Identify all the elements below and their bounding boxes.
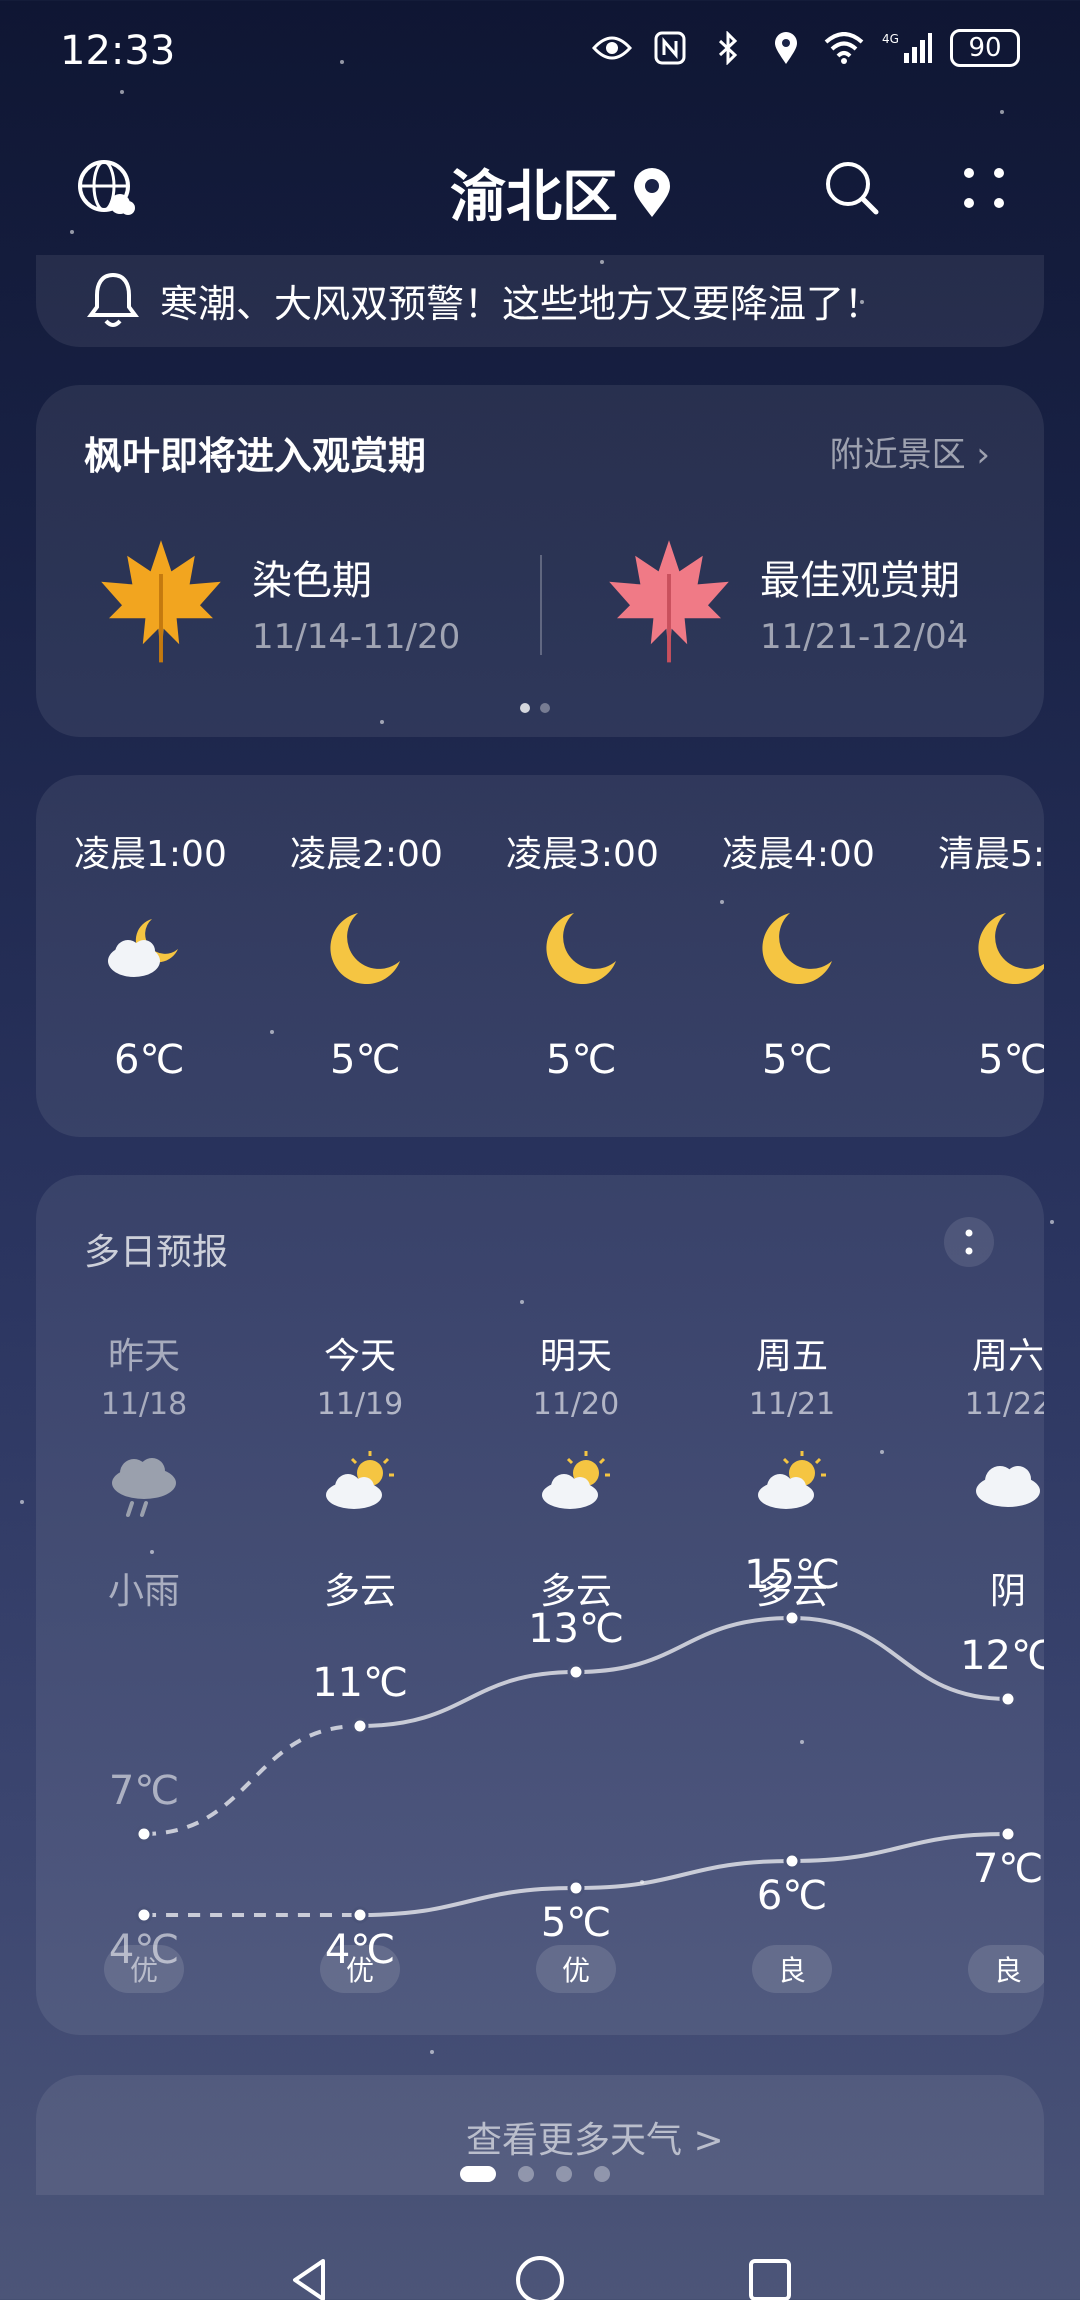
hourly-time: 凌晨1:00 — [74, 834, 227, 875]
low-temp-point — [783, 1852, 801, 1870]
multi-day-forecast-card[interactable]: 多日预报 昨天 11/18 小雨 优 今天 11/19 多云 优 明天 11/2… — [36, 1175, 1044, 2035]
signal-icon: 4G — [882, 28, 932, 68]
location-status-icon — [766, 28, 806, 68]
wifi-icon — [824, 28, 864, 68]
bluetooth-icon — [708, 28, 748, 68]
hourly-item[interactable]: 清晨5:00 5℃ — [900, 775, 1044, 1137]
navigation-bar — [0, 2210, 1080, 2300]
low-temp-label: 5℃ — [540, 1900, 612, 1946]
hourly-item[interactable]: 凌晨3:00 5℃ — [468, 775, 684, 1137]
bell-icon — [87, 272, 139, 327]
hourly-forecast-card[interactable]: 凌晨1:00 6℃ 凌晨2:00 5℃ 凌晨3:00 5℃ 凌晨4:00 5℃ … — [36, 775, 1044, 1137]
home-button[interactable] — [510, 2250, 570, 2300]
status-time: 12:33 — [60, 28, 176, 74]
high-temp-label: 13℃ — [528, 1606, 624, 1652]
hourly-time: 凌晨2:00 — [290, 834, 443, 875]
recents-button[interactable] — [740, 2250, 800, 2300]
moon-icon — [978, 913, 1044, 984]
nfc-icon — [650, 28, 690, 68]
high-temp-point — [351, 1717, 369, 1735]
alert-text: 寒潮、大风双预警！这些地方又要降温了！ — [160, 282, 883, 326]
hourly-time: 凌晨4:00 — [722, 834, 875, 875]
high-temp-label: 11℃ — [312, 1660, 408, 1706]
city-name: 渝北区 — [450, 165, 618, 230]
status-icons: 4G 90 — [592, 28, 1020, 68]
low-temp-point — [567, 1879, 585, 1897]
hourly-temp: 5℃ — [762, 1037, 833, 1083]
hourly-temp: 6℃ — [114, 1037, 185, 1083]
home-icon — [516, 2256, 564, 2300]
app-bar: 渝北区 — [0, 140, 1080, 240]
more-menu-button[interactable] — [948, 152, 1020, 224]
nearby-scenic-label: 附近景区 — [829, 435, 966, 475]
location-pin-icon — [634, 167, 670, 217]
high-temp-point — [567, 1663, 585, 1681]
low-temp-label: 6℃ — [756, 1873, 828, 1919]
high-temp-label: 7℃ — [108, 1768, 180, 1814]
city-title[interactable]: 渝北区 — [450, 152, 672, 233]
page-indicator — [460, 2166, 610, 2182]
search-button[interactable] — [816, 152, 888, 224]
high-temp-point — [999, 1690, 1017, 1708]
back-icon — [293, 2259, 325, 2300]
status-bar: 12:33 4G 90 — [0, 0, 1080, 100]
battery-indicator: 90 — [950, 29, 1020, 67]
hourly-item[interactable]: 凌晨1:00 6℃ — [36, 775, 252, 1137]
hourly-item[interactable]: 凌晨2:00 5℃ — [252, 775, 468, 1137]
nearby-scenic-link[interactable]: 附近景区 › — [830, 427, 990, 476]
maple-card-title: 枫叶即将进入观赏期 — [84, 434, 427, 478]
low-temp-point — [135, 1906, 153, 1924]
hourly-temp: 5℃ — [546, 1037, 617, 1083]
moon-icon — [762, 913, 832, 984]
chevron-right-icon: › — [976, 435, 990, 475]
hourly-time: 凌晨3:00 — [506, 834, 659, 875]
moon-cloud-icon — [108, 919, 178, 977]
menu-dots-icon — [964, 168, 1004, 208]
globe-icon — [78, 160, 135, 215]
city-manage-button[interactable] — [70, 152, 142, 224]
hourly-item[interactable]: 凌晨4:00 5℃ — [684, 775, 900, 1137]
moon-icon — [330, 913, 400, 984]
phase-name-best: 最佳观赏期 — [760, 558, 960, 604]
phase-name-coloring: 染色期 — [252, 558, 372, 604]
search-icon — [826, 162, 879, 215]
eye-icon — [592, 28, 632, 68]
low-temp-label: 7℃ — [972, 1846, 1044, 1892]
moon-icon — [546, 913, 616, 984]
phase-date-best: 11/21-12/04 — [760, 617, 969, 657]
phase-date-coloring: 11/14-11/20 — [252, 617, 461, 657]
low-temp-point — [351, 1906, 369, 1924]
recents-icon — [749, 2259, 791, 2300]
maple-viewing-card[interactable]: 枫叶即将进入观赏期 附近景区 › 染色期 11/14-11/20 最佳观赏期 1… — [36, 385, 1044, 737]
low-temp-label: 4℃ — [324, 1927, 396, 1973]
yellow-maple-leaf-icon — [101, 540, 221, 663]
hourly-temp: 5℃ — [330, 1037, 401, 1083]
high-temp-label: 15℃ — [744, 1552, 840, 1598]
carousel-dots — [520, 703, 550, 713]
high-temp-point — [135, 1825, 153, 1843]
high-temp-label: 12℃ — [960, 1633, 1044, 1679]
hourly-temp: 5℃ — [978, 1037, 1044, 1083]
phase-divider — [540, 555, 542, 655]
pink-maple-leaf-icon — [609, 540, 729, 663]
low-temp-label: 4℃ — [108, 1927, 180, 1973]
more-weather-text: 查看更多天气 > — [466, 2120, 724, 2161]
back-button[interactable] — [280, 2250, 340, 2300]
network-type-text: 4G — [882, 32, 899, 46]
alert-banner[interactable]: 寒潮、大风双预警！这些地方又要降温了！ — [36, 255, 1044, 347]
hourly-time: 清晨5:00 — [938, 834, 1044, 875]
low-temp-point — [999, 1825, 1017, 1843]
high-temp-point — [783, 1609, 801, 1627]
